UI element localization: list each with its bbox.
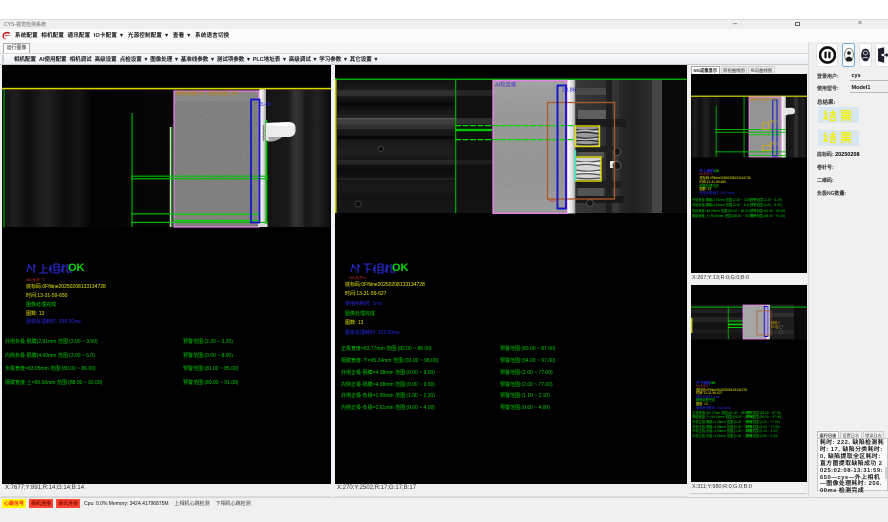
svg-text:阈值:93,动态:100: 阈值:93,动态:100 (750, 97, 776, 102)
svg-text:23.86: 23.86 (562, 88, 576, 94)
svg-text:NG:0: NG:0 (549, 199, 558, 203)
svg-text:AI校准框: AI校准框 (495, 81, 517, 89)
svg-text:NG区: NG区 (771, 325, 780, 329)
svg-text:缺陷:2: 缺陷:2 (769, 119, 778, 124)
svg-text:静态阈值:93, 动态阈值:100: 静态阈值:93, 动态阈值:100 (176, 88, 238, 96)
svg-text:缺陷:3: 缺陷:3 (769, 141, 778, 146)
svg-text:3.48: 3.48 (260, 102, 271, 108)
